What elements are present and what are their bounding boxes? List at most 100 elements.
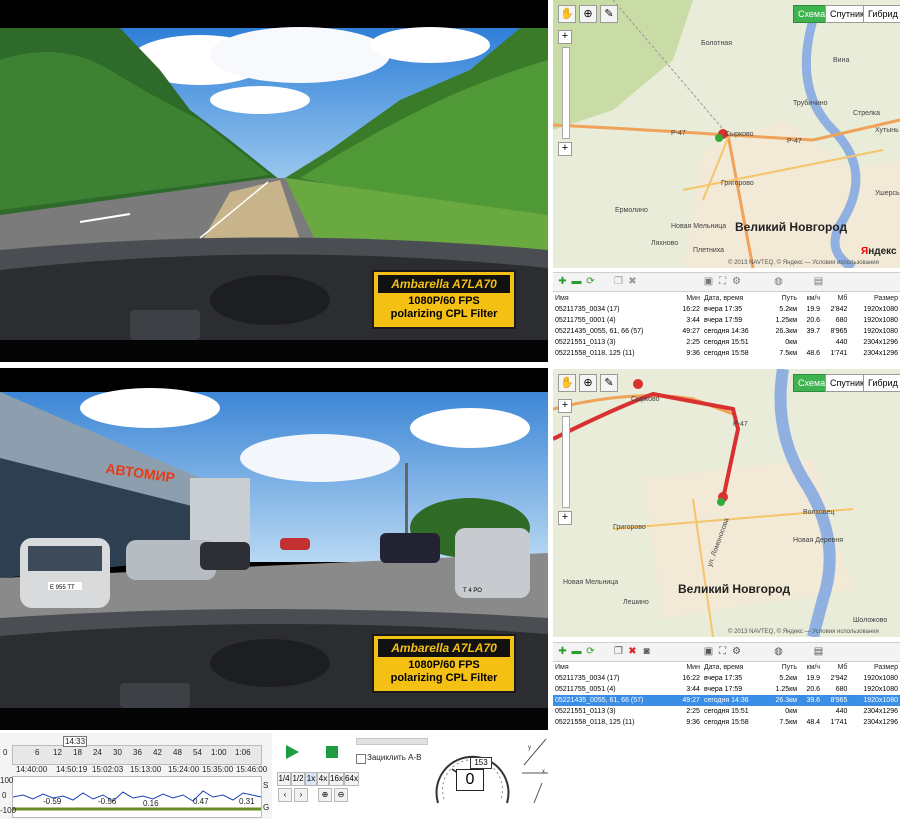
map-mode-hybrid[interactable]: Гибрид [863, 374, 900, 392]
camera-icon[interactable]: ◙ [641, 646, 652, 657]
delete-icon[interactable]: ✖ [627, 646, 638, 657]
remove-icon[interactable]: ▬ [571, 276, 582, 287]
timeline-panel: 0 6 12 18 24 30 36 42 48 54 1:00 1:06 14… [0, 733, 272, 819]
track-start-marker[interactable] [633, 379, 643, 389]
zoom-control: + + [558, 399, 572, 525]
zoom-in-timeline-button[interactable]: ⊕ [318, 788, 332, 802]
badge-resolution: 1080P/60 FPS [408, 659, 480, 671]
globe-icon[interactable]: ◍ [773, 646, 784, 657]
svg-text:x: x [542, 769, 545, 775]
fit-icon[interactable]: ⛶ [717, 646, 728, 657]
hand-tool-icon[interactable]: ✋ [558, 5, 576, 23]
zoom-slider[interactable] [562, 47, 570, 139]
sensor-graph[interactable]: -0.59 -0.56 0.16 0.47 0.31 [12, 776, 262, 818]
refresh-icon[interactable]: ⟳ [585, 276, 596, 287]
table-row[interactable]: 05211755_0001 (4) 3:44 вчера 17:59 1.25км 20… [553, 315, 900, 326]
yandex-logo: Яндекс [861, 246, 897, 257]
badge-filter: polarizing CPL Filter [390, 308, 498, 320]
hand-tool-icon[interactable]: ✋ [558, 374, 576, 392]
table-header-row: Имя Мин Дата, время Путь км/ч Мб Размер [555, 664, 898, 671]
fit-icon[interactable]: ⛶ [717, 276, 728, 287]
volume-slider[interactable] [356, 738, 428, 745]
file-toolbar: ✚ ▬ ⟳ ❐ ✖ ◙ ▣ ⛶ ⚙ ◍ ▤ [553, 642, 900, 662]
export-icon[interactable]: ▣ [703, 646, 714, 657]
table-row[interactable]: 05221435_0055, 61, 66 (57) 49:27 сегодня 1… [553, 326, 900, 337]
stop-button[interactable] [325, 745, 339, 759]
odometer: 153 [470, 757, 492, 769]
gsensor-axes: y x [518, 733, 550, 819]
table-row[interactable]: 05211735_0034 (17) 16:22 вчера 17:35 5.2км 1… [553, 304, 900, 315]
chevron-left-icon: ‹ [283, 790, 287, 799]
table-row-selected[interactable]: 05221435_0055, 61, 66 (57) 49:27 сегодня 1… [553, 695, 900, 706]
table-row[interactable]: 05211755_0051 (4) 3:44 вчера 17:59 1.25км 20… [553, 684, 900, 695]
ruler-tool-icon[interactable]: ✎ [600, 374, 618, 392]
play-button[interactable] [284, 744, 300, 760]
zoom-tool-icon[interactable]: ⊕ [579, 374, 597, 392]
zoom-out-button[interactable]: + [558, 511, 572, 525]
zoom-slider[interactable] [562, 416, 570, 508]
zoom-tool-icon[interactable]: ⊕ [579, 5, 597, 23]
zoom-in-button[interactable]: + [558, 30, 572, 44]
speed-readout: 0 [456, 769, 484, 791]
table-row[interactable]: 05221551_0113 (3) 2:25 сегодня 15:51 0км 440… [553, 706, 900, 717]
copy-icon[interactable]: ❐ [613, 646, 624, 657]
speedometer: 153 0 [430, 733, 515, 819]
zoom-out-button[interactable]: + [558, 142, 572, 156]
remove-icon[interactable]: ▬ [571, 646, 582, 657]
add-icon[interactable]: ✚ [557, 646, 568, 657]
camera-overlay-badge-2: Ambarella A7LA70 1080P/60 FPS polarizing… [372, 634, 516, 693]
next-frame-button[interactable]: › [294, 788, 308, 802]
add-icon[interactable]: ✚ [557, 276, 568, 287]
map-panel-2: ✋ ⊕ ✎ Схема Спутник Гибрид + + Сырково Р… [553, 369, 900, 733]
file-table-2: Имя Мин Дата, время Путь км/ч Мб Размер … [553, 662, 900, 728]
ruler-tool-icon[interactable]: ✎ [600, 5, 618, 23]
folder-icon[interactable]: ▤ [813, 276, 824, 287]
timeline-ruler[interactable]: 0 6 12 18 24 30 36 42 48 54 1:00 1:06 14… [3, 736, 262, 765]
map-mode-hybrid[interactable]: Гибрид [863, 5, 900, 23]
play-icon [286, 745, 299, 759]
settings-icon[interactable]: ⚙ [731, 646, 742, 657]
map-canvas[interactable]: ✋ ⊕ ✎ Схема Спутник Гибрид + + Сырково Р… [553, 369, 900, 637]
copy-icon[interactable]: ❐ [613, 276, 624, 287]
zoom-out-timeline-button[interactable]: ⊖ [334, 788, 348, 802]
file-toolbar: ✚ ▬ ⟳ ❐ ✖ ▣ ⛶ ⚙ ◍ ▤ [553, 272, 900, 292]
badge-filter: polarizing CPL Filter [390, 672, 498, 684]
map-canvas[interactable]: ✋ ⊕ ✎ Схема Спутник Гибрид + + Болотная … [553, 0, 900, 268]
playhead-marker[interactable]: 14:33 [63, 736, 88, 747]
map-copyright[interactable]: © 2013 NAVTEQ, © Яндекс — Условия исполь… [728, 629, 879, 635]
settings-icon[interactable]: ⚙ [731, 276, 742, 287]
map-tiles [553, 369, 900, 637]
speed-half[interactable]: 1/2 [291, 772, 305, 786]
zoom-in-button[interactable]: + [558, 399, 572, 413]
refresh-icon[interactable]: ⟳ [585, 646, 596, 657]
table-row[interactable]: 05211735_0034 (17) 16:22 вчера 17:35 5.2км 1… [553, 673, 900, 684]
video-frame-1[interactable]: Ambarella A7LA70 1080P/60 FPS polarizing… [0, 0, 548, 362]
table-row[interactable]: 05221558_0118, 125 (11) 9:36 сегодня 15:58… [553, 348, 900, 359]
table-row[interactable]: 05221551_0113 (3) 2:25 сегодня 15:51 0км 440… [553, 337, 900, 348]
table-header-row: Имя Мин Дата, время Путь км/ч Мб Размер [555, 295, 898, 302]
export-icon[interactable]: ▣ [703, 276, 714, 287]
delete-icon[interactable]: ✖ [627, 276, 638, 287]
chevron-right-icon: › [299, 790, 303, 799]
table-row[interactable]: 05221558_0118, 125 (11) 9:36 сегодня 15:58… [553, 717, 900, 728]
badge-resolution: 1080P/60 FPS [408, 295, 480, 307]
speed-4x[interactable]: 4x [317, 772, 329, 786]
axes-icon: y x [522, 738, 548, 804]
city-label: Великий Новгород [735, 220, 848, 234]
video-frame-2[interactable]: АВТОМИР Е 955 ТТ Т 4 РО Ambarella A7LA70… [0, 368, 548, 730]
speed-1x[interactable]: 1x [305, 772, 317, 786]
prev-frame-button[interactable]: ‹ [278, 788, 292, 802]
folder-icon[interactable]: ▤ [813, 646, 824, 657]
time-row: 14:40:00 14:50:19 15:02:03 15:13:00 15:2… [16, 765, 268, 774]
camera-overlay-badge: Ambarella A7LA70 1080P/60 FPS polarizing… [372, 270, 516, 329]
stop-icon [326, 746, 338, 758]
magnifier-plus-icon: ⊕ [321, 790, 329, 799]
speed-64x[interactable]: 64x [344, 772, 359, 786]
city-label: Великий Новгород [678, 582, 791, 596]
speed-quarter[interactable]: 1/4 [277, 772, 291, 786]
speed-16x[interactable]: 16x [329, 772, 344, 786]
map-copyright[interactable]: © 2013 NAVTEQ, © Яндекс — Условия исполь… [728, 260, 879, 266]
globe-icon[interactable]: ◍ [773, 276, 784, 287]
loop-ab-checkbox[interactable] [356, 754, 366, 764]
magnifier-minus-icon: ⊖ [337, 790, 345, 799]
